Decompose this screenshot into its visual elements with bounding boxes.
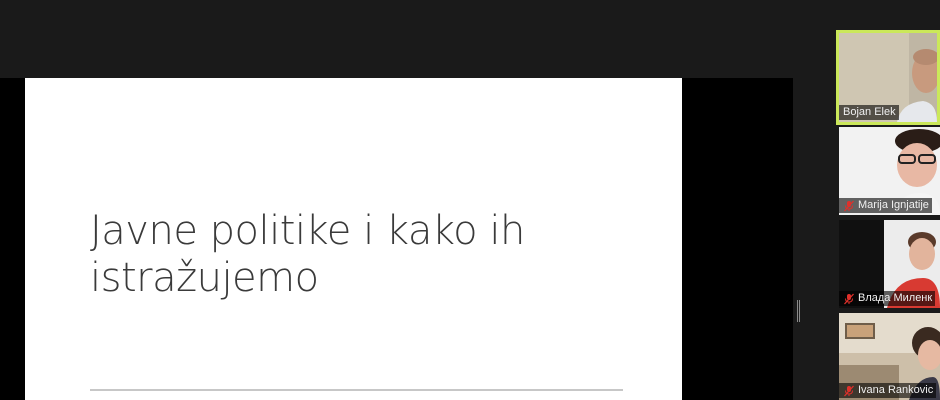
participant-name: Marija Ignjatije bbox=[858, 199, 929, 211]
slide-title: Javne politike i kako ih istražujemo bbox=[90, 208, 650, 302]
presentation-slide: Javne politike i kako ih istražujemo bbox=[25, 78, 682, 400]
participant-name-label: Влада Миленк bbox=[839, 291, 936, 306]
microphone-muted-icon bbox=[844, 200, 854, 211]
participant-name-label: Bojan Elek bbox=[839, 105, 899, 120]
participant-tile-ivana[interactable]: Ivana Rankovic bbox=[839, 313, 940, 400]
slide-divider bbox=[90, 389, 623, 391]
participant-name: Ivana Rankovic bbox=[858, 384, 934, 396]
participant-tile-bojan-elek[interactable]: Bojan Elek bbox=[836, 30, 940, 125]
participant-tile-vlada[interactable]: Влада Миленк bbox=[839, 220, 940, 308]
screen-share-area: Javne politike i kako ih istražujemo bbox=[0, 78, 793, 400]
participant-name-label: Ivana Rankovic bbox=[839, 383, 937, 398]
participant-name: Влада Миленк bbox=[858, 292, 933, 304]
meeting-top-bar bbox=[0, 0, 940, 78]
slide-title-line-1: Javne politike i kako ih bbox=[90, 208, 525, 254]
participant-name-label: Marija Ignjatije bbox=[839, 198, 932, 213]
slide-title-line-2: istražujemo bbox=[90, 255, 319, 301]
microphone-muted-icon bbox=[844, 293, 854, 304]
participant-tile-marija[interactable]: Marija Ignjatije bbox=[839, 127, 940, 215]
microphone-muted-icon bbox=[844, 385, 854, 396]
participant-name: Bojan Elek bbox=[843, 106, 896, 118]
panel-resize-handle[interactable] bbox=[796, 300, 801, 322]
